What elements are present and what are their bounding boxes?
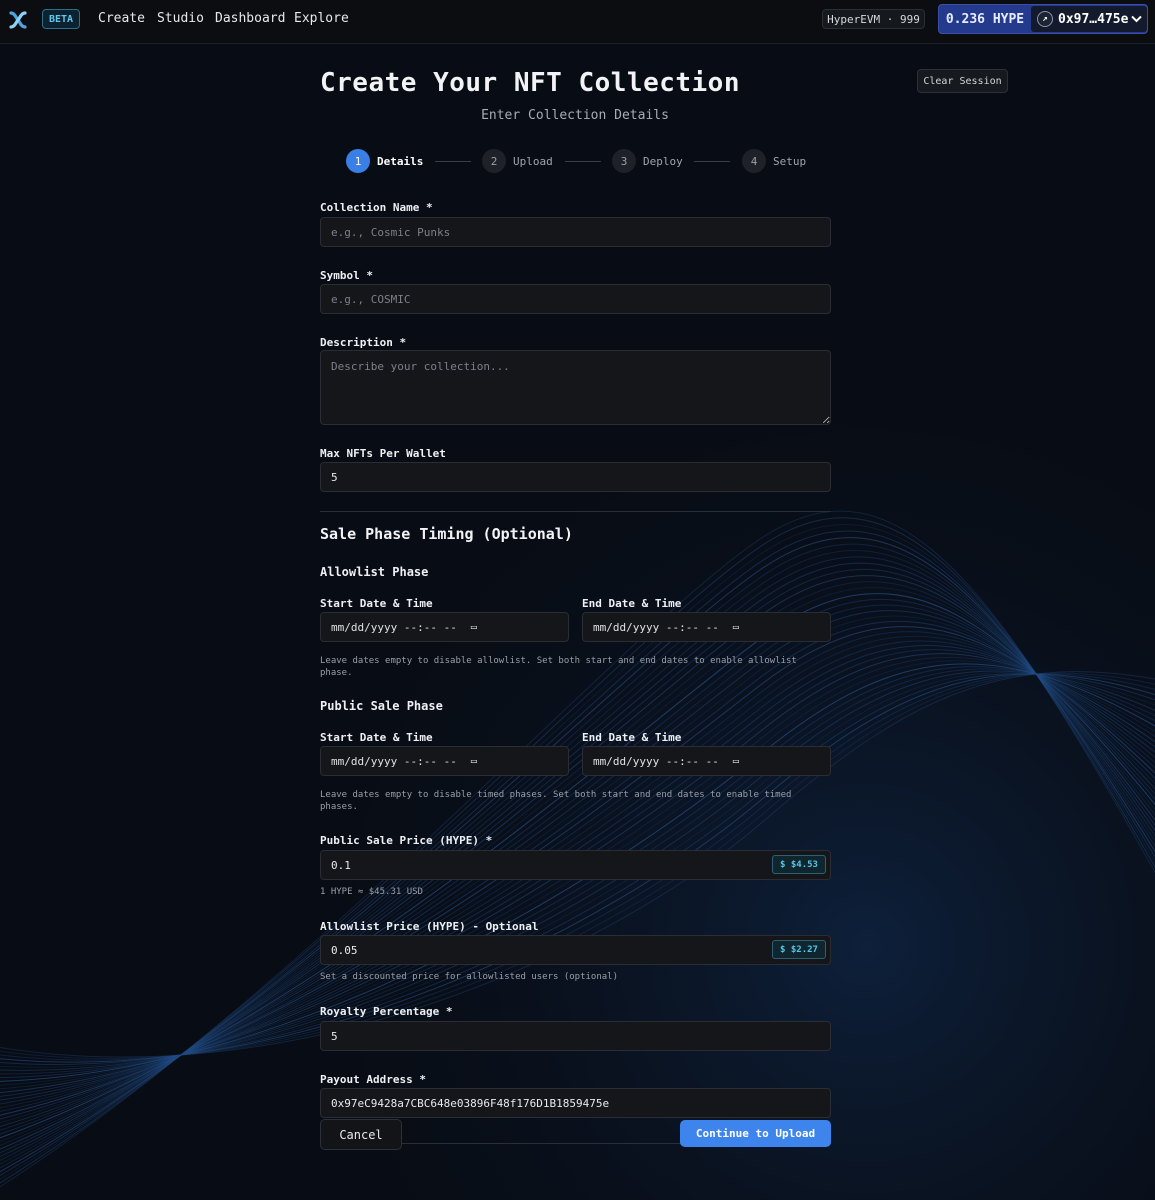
app-logo-icon[interactable] (8, 10, 28, 30)
public-phase-help-text: Leave dates empty to disable timed phase… (320, 790, 792, 812)
description-label: Description * (320, 336, 407, 349)
step-connector (565, 161, 601, 162)
allowlist-end-label: End Date & Time (582, 597, 682, 610)
step-number: 4 (742, 149, 766, 173)
public-price-label: Public Sale Price (HYPE) * (320, 834, 493, 847)
continue-to-upload-button[interactable]: Continue to Upload (680, 1120, 831, 1147)
wallet-address-dropdown[interactable]: ↗ 0x97…475e (1031, 6, 1147, 32)
chevron-down-icon (1131, 15, 1143, 23)
allowlist-help-text: Leave dates empty to disable allowlist. … (320, 656, 797, 678)
step-connector (435, 161, 471, 162)
page-subtitle: Enter Collection Details (481, 108, 669, 123)
step-connector (694, 161, 730, 162)
wallet-balance: 0.236 HYPE (945, 11, 1025, 27)
step-details: 1 Details (346, 149, 423, 173)
calendar-icon[interactable]: ▭ (733, 622, 739, 633)
create-collection-page: Create Your NFT Collection Enter Collect… (0, 44, 1155, 1200)
public-start-datetime-input[interactable]: mm/dd/yyyy --:-- -- ▭ (320, 746, 569, 776)
collection-name-input[interactable] (320, 217, 831, 247)
allowlist-price-input[interactable] (320, 935, 831, 965)
top-nav: BETA Create Studio Dashboard Explore Hyp… (0, 0, 1155, 44)
nav-link-explore[interactable]: Explore (294, 11, 349, 26)
symbol-input[interactable] (320, 284, 831, 314)
wallet-address: 0x97…475e (1058, 11, 1129, 27)
allowlist-price-help: Set a discounted price for allowlisted u… (320, 972, 619, 982)
allowlist-phase-title: Allowlist Phase (320, 565, 429, 579)
date-placeholder: mm/dd/yyyy --:-- -- (331, 620, 457, 634)
public-price-usd-badge: $ $4.53 (772, 855, 826, 874)
wallet-button[interactable]: 0.236 HYPE ↗ 0x97…475e (938, 4, 1148, 34)
symbol-label: Symbol * (320, 269, 373, 282)
royalty-input[interactable] (320, 1021, 831, 1051)
step-label: Deploy (643, 154, 683, 168)
public-phase-title: Public Sale Phase (320, 699, 443, 713)
max-per-wallet-label: Max NFTs Per Wallet (320, 447, 446, 460)
step-setup: 4 Setup (742, 149, 806, 173)
public-price-input[interactable] (320, 850, 831, 880)
step-number: 3 (612, 149, 636, 173)
step-number: 1 (346, 149, 370, 173)
royalty-label: Royalty Percentage * (320, 1005, 453, 1018)
public-end-datetime-input[interactable]: mm/dd/yyyy --:-- -- ▭ (582, 746, 831, 776)
allowlist-start-datetime-input[interactable]: mm/dd/yyyy --:-- -- ▭ (320, 612, 569, 642)
calendar-icon[interactable]: ▭ (733, 756, 739, 767)
section-divider (320, 511, 831, 512)
cancel-button[interactable]: Cancel (320, 1119, 402, 1150)
public-end-label: End Date & Time (582, 731, 682, 744)
sale-timing-title: Sale Phase Timing (Optional) (320, 525, 573, 543)
step-label: Setup (773, 154, 807, 168)
beta-badge: BETA (42, 9, 80, 29)
date-placeholder: mm/dd/yyyy --:-- -- (593, 754, 719, 768)
public-start-label: Start Date & Time (320, 731, 433, 744)
step-label: Details (377, 154, 424, 168)
payout-address-input[interactable] (320, 1088, 831, 1118)
step-number: 2 (482, 149, 506, 173)
allowlist-start-label: Start Date & Time (320, 597, 433, 610)
collection-name-label: Collection Name * (320, 201, 433, 214)
max-per-wallet-input[interactable] (320, 462, 831, 492)
nav-link-create[interactable]: Create (98, 11, 145, 26)
allowlist-price-usd-badge: $ $2.27 (772, 940, 826, 959)
page-title: Create Your NFT Collection (320, 68, 740, 98)
payout-address-label: Payout Address * (320, 1073, 426, 1086)
date-placeholder: mm/dd/yyyy --:-- -- (593, 620, 719, 634)
allowlist-end-datetime-input[interactable]: mm/dd/yyyy --:-- -- ▭ (582, 612, 831, 642)
hype-usd-rate: 1 HYPE ≈ $45.31 USD (320, 887, 423, 897)
allowlist-price-label: Allowlist Price (HYPE) - Optional (320, 920, 539, 933)
nav-link-studio[interactable]: Studio (157, 11, 204, 26)
step-deploy: 3 Deploy (612, 149, 683, 173)
calendar-icon[interactable]: ▭ (471, 756, 477, 767)
network-badge[interactable]: HyperEVM · 999 (822, 9, 925, 29)
step-upload: 2 Upload (482, 149, 553, 173)
wallet-avatar-icon: ↗ (1037, 11, 1053, 27)
date-placeholder: mm/dd/yyyy --:-- -- (331, 754, 457, 768)
nav-link-dashboard[interactable]: Dashboard (215, 11, 285, 26)
clear-session-button[interactable]: Clear Session (917, 69, 1008, 93)
calendar-icon[interactable]: ▭ (471, 622, 477, 633)
step-label: Upload (513, 154, 553, 168)
description-textarea[interactable] (320, 350, 831, 425)
